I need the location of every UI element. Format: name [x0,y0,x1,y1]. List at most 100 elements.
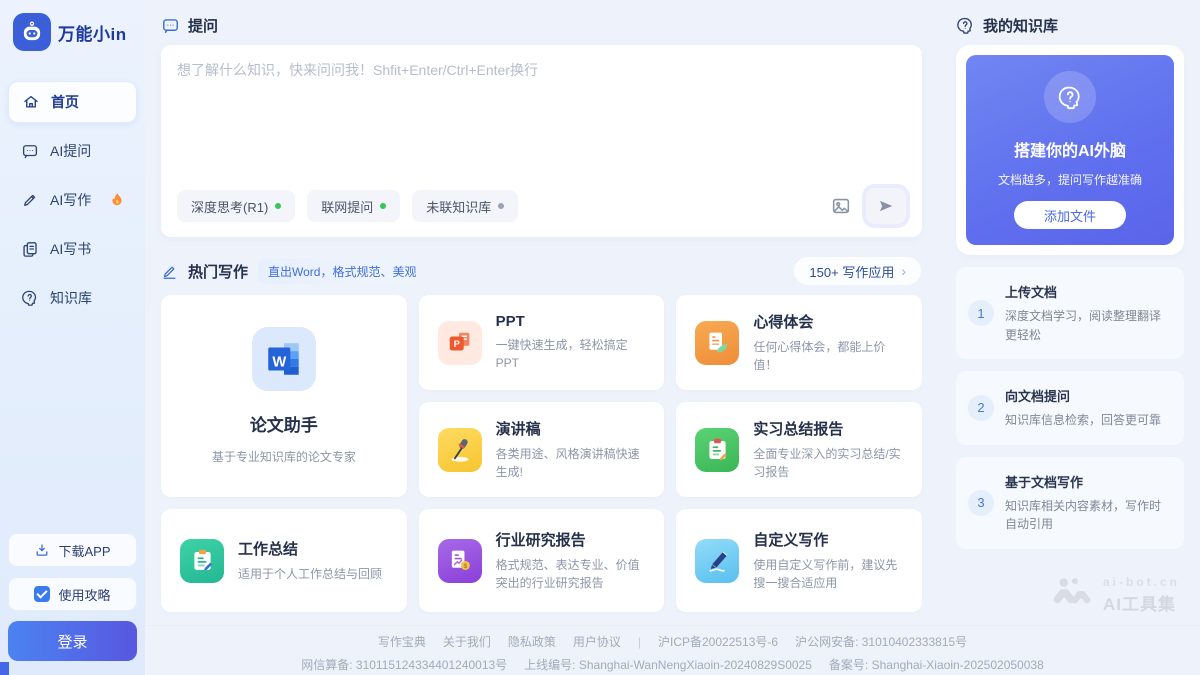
green-dot-icon [275,203,281,209]
sidebar-item-label: AI写书 [50,239,91,259]
step-text: 向文档提问 知识库信息检索，回答更可靠 [1005,386,1161,430]
corner-accent [0,662,9,675]
card-desc: 使用自定义写作前，建议先搜一搜合适应用 [753,556,903,592]
sidebar-item-home[interactable]: 首页 [8,81,137,123]
card-text: 心得体会 任何心得体会，都能上价值！ [753,311,903,374]
step-number-badge: 2 [968,395,994,421]
card-title: 实习总结报告 [753,418,903,439]
image-upload-icon[interactable] [830,195,852,217]
download-icon [34,542,50,558]
ask-title: 提问 [188,15,218,36]
login-button[interactable]: 登录 [8,621,137,661]
sidebar-item-ai-book[interactable]: AI写书 [8,228,137,270]
web-search-label: 联网提问 [321,197,373,216]
kb-header: 我的知识库 [956,10,1184,40]
footer-reg-record: 备案号: Shanghai-Xiaoin-202502050038 [829,656,1044,673]
work-summary-icon [180,539,224,583]
word-icon: W [252,327,316,391]
step-text: 上传文档 深度文档学习，阅读整理翻译更轻松 [1005,282,1172,344]
hot-writing-subtitle: 直出Word，格式规范、美观 [258,259,426,284]
web-search-toggle[interactable]: 联网提问 [307,190,400,222]
card-desc: 全面专业深入的实习总结/实习报告 [753,445,903,481]
card-reflection[interactable]: 心得体会 任何心得体会，都能上价值！ [676,295,922,390]
more-apps-button[interactable]: 150+ 写作应用 › [793,256,922,286]
card-text: PPT 一键快速生成，轻松搞定PPT [496,313,646,372]
card-speech[interactable]: 演讲稿 各类用途、风格演讲稿快速生成! [419,402,665,497]
footer-link-privacy[interactable]: 隐私政策 [508,633,556,650]
ask-actions [830,188,906,224]
download-app-button[interactable]: 下载APP [8,533,137,567]
guide-button[interactable]: 使用攻略 [8,577,137,611]
robot-logo-icon [13,13,51,51]
card-desc: 各类用途、风格演讲稿快速生成! [496,445,646,481]
app-window: 万能小in 首页 AI提问 [0,0,1200,675]
add-file-button[interactable]: 添加文件 [1014,201,1126,229]
download-app-label: 下载APP [58,541,110,560]
watermark-text: ai-bot.cn AI工具集 [1103,575,1180,615]
card-text: 实习总结报告 全面专业深入的实习总结/实习报告 [753,418,903,481]
promo-subtitle: 文档越多，提问写作越准确 [976,171,1164,188]
sidebar-item-label: AI写作 [50,190,91,210]
card-text: 论文助手 基于专业知识库的论文专家 [212,411,356,466]
card-ppt[interactable]: P PPT 一键快速生成，轻松搞定PPT [419,295,665,390]
card-title: 自定义写作 [753,529,903,550]
sidebar-item-knowledge[interactable]: 知识库 [8,277,137,319]
app-logo[interactable]: 万能小in [8,13,137,51]
ppt-icon: P [438,321,482,365]
watermark: ai-bot.cn AI工具集 [956,575,1184,615]
card-thesis-assistant[interactable]: W 论文助手 基于专业知识库的论文专家 [161,295,407,497]
step-desc: 深度文档学习，阅读整理翻译更轻松 [1005,307,1172,344]
hot-writing-title: 热门写作 [188,261,248,282]
sidebar-item-label: AI提问 [50,141,91,161]
footer-link-about[interactable]: 关于我们 [443,633,491,650]
step-number-badge: 1 [968,300,994,326]
login-label: 登录 [57,631,87,652]
footer-icp: 沪ICP备20022513号-6 [658,633,778,650]
kb-link-label: 未联知识库 [426,197,491,216]
kb-head-icon [956,16,975,35]
kb-promo-card[interactable]: 搭建你的AI外脑 文档越多，提问写作越准确 添加文件 [966,55,1174,245]
knowledge-icon [21,289,39,307]
card-title: 心得体会 [753,311,903,332]
kb-title: 我的知识库 [983,15,1058,36]
svg-text:P: P [453,339,459,349]
footer-link-terms[interactable]: 用户协议 [573,633,621,650]
card-industry-report[interactable]: $ 行业研究报告 格式规范、表达专业、价值突出的行业研究报告 [419,509,665,612]
card-custom-writing[interactable]: 自定义写作 使用自定义写作前，建议先搜一搜合适应用 [676,509,922,612]
ask-section-header: 提问 [161,10,922,40]
step-text: 基于文档写作 知识库相关内容素材，写作时自动引用 [1005,472,1172,534]
chat-icon [21,142,39,160]
speech-icon [438,428,482,472]
book-icon [21,240,39,258]
deep-think-toggle[interactable]: 深度思考(R1) [177,190,295,222]
sidebar-item-label: 知识库 [50,288,92,308]
card-work-summary[interactable]: 工作总结 适用于个人工作总结与回顾 [161,509,407,612]
deep-think-label: 深度思考(R1) [191,197,268,216]
card-title: 论文助手 [212,411,356,436]
industry-report-icon: $ [438,539,482,583]
card-text: 工作总结 适用于个人工作总结与回顾 [238,538,382,583]
step-desc: 知识库相关内容素材，写作时自动引用 [1005,497,1172,534]
kb-link-toggle[interactable]: 未联知识库 [412,190,518,222]
card-internship-report[interactable]: 实习总结报告 全面专业深入的实习总结/实习报告 [676,402,922,497]
sidebar-item-ai-ask[interactable]: AI提问 [8,130,137,172]
sidebar-item-ai-writing[interactable]: AI写作 [8,179,137,221]
question-input[interactable] [177,60,906,168]
send-button[interactable] [866,188,906,224]
question-card: 深度思考(R1) 联网提问 未联知识库 [161,45,922,237]
ask-chat-icon [161,16,180,35]
fire-icon [110,192,124,208]
card-title: 工作总结 [238,538,382,559]
footer-reg-cyber: 网信算备: 310115124334401240013号 [301,656,507,673]
card-title: 演讲稿 [496,418,646,439]
footer: 写作宝典 关于我们 隐私政策 用户协议 | 沪ICP备20022513号-6 沪… [145,625,1200,675]
step-desc: 知识库信息检索，回答更可靠 [1005,411,1161,430]
pencil-icon [21,191,39,209]
kb-step-write: 3 基于文档写作 知识库相关内容素材，写作时自动引用 [956,457,1184,549]
step-title: 基于文档写作 [1005,472,1172,491]
sidebar-spacer [8,319,137,533]
step-title: 向文档提问 [1005,386,1161,405]
footer-link-writing-guide[interactable]: 写作宝典 [378,633,426,650]
kb-promo-wrapper: 搭建你的AI外脑 文档越多，提问写作越准确 添加文件 [956,45,1184,255]
watermark-name: AI工具集 [1103,590,1180,615]
